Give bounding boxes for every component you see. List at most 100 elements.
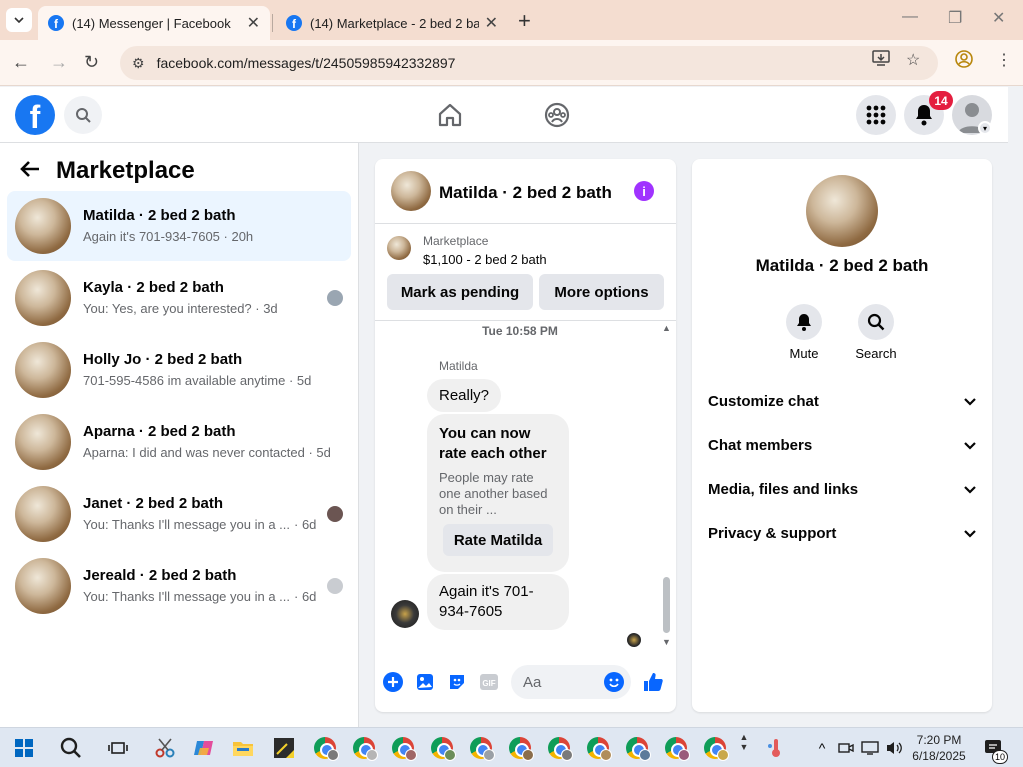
search-in-chat-button[interactable]: Search: [846, 304, 906, 361]
more-options-button[interactable]: More options: [539, 274, 664, 310]
bookmark-star-icon[interactable]: ☆: [906, 50, 920, 70]
chrome-icon[interactable]: [704, 737, 729, 761]
groups-icon[interactable]: [543, 101, 571, 129]
home-icon[interactable]: [436, 101, 464, 129]
file-explorer-icon[interactable]: [231, 736, 255, 760]
windows-start-icon[interactable]: [12, 736, 36, 760]
emoji-icon[interactable]: [603, 671, 625, 693]
minimize-window-button[interactable]: —: [902, 8, 918, 26]
back-arrow-icon[interactable]: [20, 157, 40, 185]
reload-button[interactable]: ↻: [84, 52, 99, 73]
chrome-icon[interactable]: [431, 737, 456, 761]
scroll-up-icon[interactable]: ▲: [662, 323, 671, 333]
rate-matilda-button[interactable]: Rate Matilda: [443, 524, 553, 556]
search-label: Search: [855, 346, 897, 361]
install-app-icon[interactable]: [872, 50, 890, 71]
conversation-time: · 6d: [294, 589, 317, 604]
conversation-preview: Again it's 701-934-7605 · 20h: [83, 229, 254, 244]
listing-thumbnail[interactable]: [387, 236, 411, 260]
scroll-down-icon[interactable]: ▼: [662, 637, 671, 647]
close-tab-icon[interactable]: ✕: [247, 13, 260, 33]
chrome-icon[interactable]: [587, 737, 612, 761]
browser-tab-messenger[interactable]: f (14) Messenger | Facebook ✕: [38, 6, 270, 40]
menu-grid-button[interactable]: [856, 95, 896, 135]
taskbar-search-icon[interactable]: [59, 736, 83, 760]
restore-window-button[interactable]: ❐: [948, 8, 962, 28]
conversation-item[interactable]: Matilda · 2 bed 2 bath Again it's 701-93…: [7, 191, 351, 261]
chat-members-row[interactable]: Chat members: [708, 425, 976, 465]
chrome-icon[interactable]: [548, 737, 573, 761]
facebook-header: f 14 ▾: [0, 87, 1008, 143]
system-clock[interactable]: 7:20 PM 6/18/2025: [906, 732, 972, 764]
site-info-icon[interactable]: ⚙: [132, 55, 145, 72]
chrome-icon[interactable]: [665, 737, 690, 761]
privacy-support-row[interactable]: Privacy & support: [708, 513, 976, 553]
new-tab-button[interactable]: +: [518, 8, 531, 34]
clock-date: 6/18/2025: [912, 749, 966, 763]
message-bubble[interactable]: Really?: [427, 379, 502, 412]
gif-icon[interactable]: GIF: [478, 671, 500, 693]
chat-header: Matilda · 2 bed 2 bath i: [375, 159, 676, 224]
chat-scrollbar-thumb[interactable]: [663, 577, 670, 633]
weather-icon[interactable]: [764, 736, 788, 760]
close-window-button[interactable]: ✕: [992, 8, 1005, 28]
profile-avatar[interactable]: [806, 175, 878, 247]
conversation-item[interactable]: Jereald · 2 bed 2 bath You: Thanks I'll …: [7, 551, 351, 621]
clock-time: 7:20 PM: [916, 733, 962, 747]
message-thread[interactable]: Tue 10:58 PM Matilda Really? You can now…: [375, 321, 676, 651]
show-hidden-icons-icon[interactable]: ^: [810, 736, 834, 760]
tab-search-button[interactable]: [6, 8, 32, 32]
close-tab-icon[interactable]: ✕: [485, 13, 498, 33]
conversation-item[interactable]: Holly Jo · 2 bed 2 bath 701-595-4586 im …: [7, 335, 351, 405]
taskbar-overflow-icon[interactable]: ▲ ▼: [735, 730, 753, 754]
task-view-icon[interactable]: [106, 736, 130, 760]
chrome-icon[interactable]: [509, 737, 534, 761]
page-scrollbar[interactable]: [1008, 87, 1023, 727]
chrome-icon[interactable]: [353, 737, 378, 761]
facebook-search-button[interactable]: [64, 96, 102, 134]
chrome-icon[interactable]: [314, 737, 339, 761]
section-label: Customize chat: [708, 392, 819, 410]
chat-panel: Matilda · 2 bed 2 bath i Marketplace $1,…: [375, 159, 676, 712]
conversation-item[interactable]: Aparna · 2 bed 2 bath Aparna: I did and …: [7, 407, 351, 477]
tab-divider: [272, 14, 273, 32]
customize-chat-row[interactable]: Customize chat: [708, 381, 976, 421]
conversation-item[interactable]: Janet · 2 bed 2 bath You: Thanks I'll me…: [7, 479, 351, 549]
chevron-down-icon: [964, 525, 976, 541]
browser-tab-marketplace[interactable]: f (14) Marketplace - 2 bed 2 bath ✕: [276, 6, 508, 40]
profile-icon[interactable]: [955, 50, 973, 73]
back-button[interactable]: ←: [12, 52, 30, 73]
chevron-down-icon[interactable]: ▾: [978, 121, 992, 135]
conversation-name: Kayla · 2 bed 2 bath: [83, 279, 224, 296]
message-bubble[interactable]: Again it's 701-934-7605: [427, 574, 569, 630]
facebook-logo-icon[interactable]: f: [15, 95, 55, 135]
url-omnibox[interactable]: ⚙ facebook.com/messages/t/24505985942332…: [120, 46, 938, 80]
chat-title[interactable]: Matilda · 2 bed 2 bath: [439, 183, 612, 203]
browser-menu-icon[interactable]: ⋮: [996, 50, 1012, 70]
snipping-tool-icon[interactable]: [153, 736, 177, 760]
sticky-notes-icon[interactable]: [272, 736, 296, 760]
conversation-item[interactable]: Kayla · 2 bed 2 bath You: Yes, are you i…: [7, 263, 351, 333]
info-icon[interactable]: i: [634, 181, 654, 201]
mark-as-pending-button[interactable]: Mark as pending: [387, 274, 533, 310]
chrome-icon[interactable]: [392, 737, 417, 761]
network-icon[interactable]: [858, 736, 882, 760]
meet-now-icon[interactable]: [834, 736, 858, 760]
chrome-icon[interactable]: [626, 737, 651, 761]
mute-button[interactable]: Mute: [774, 304, 834, 361]
chevron-down-icon: [964, 437, 976, 453]
conversation-name: Jereald · 2 bed 2 bath: [83, 567, 237, 584]
thumbs-up-icon[interactable]: [642, 671, 664, 693]
plus-icon[interactable]: [382, 671, 404, 693]
listing-price[interactable]: $1,100 - 2 bed 2 bath: [423, 252, 547, 267]
forward-button[interactable]: →: [50, 52, 68, 73]
volume-icon[interactable]: [882, 736, 906, 760]
conversation-preview: You: Thanks I'll message you in a ...: [83, 517, 290, 532]
chat-avatar[interactable]: [391, 171, 431, 211]
copilot-icon[interactable]: [192, 736, 216, 760]
tab-title: (14) Marketplace - 2 bed 2 bath: [310, 15, 479, 31]
sticker-icon[interactable]: [446, 671, 468, 693]
media-files-links-row[interactable]: Media, files and links: [708, 469, 976, 509]
image-icon[interactable]: [414, 671, 436, 693]
chrome-icon[interactable]: [470, 737, 495, 761]
